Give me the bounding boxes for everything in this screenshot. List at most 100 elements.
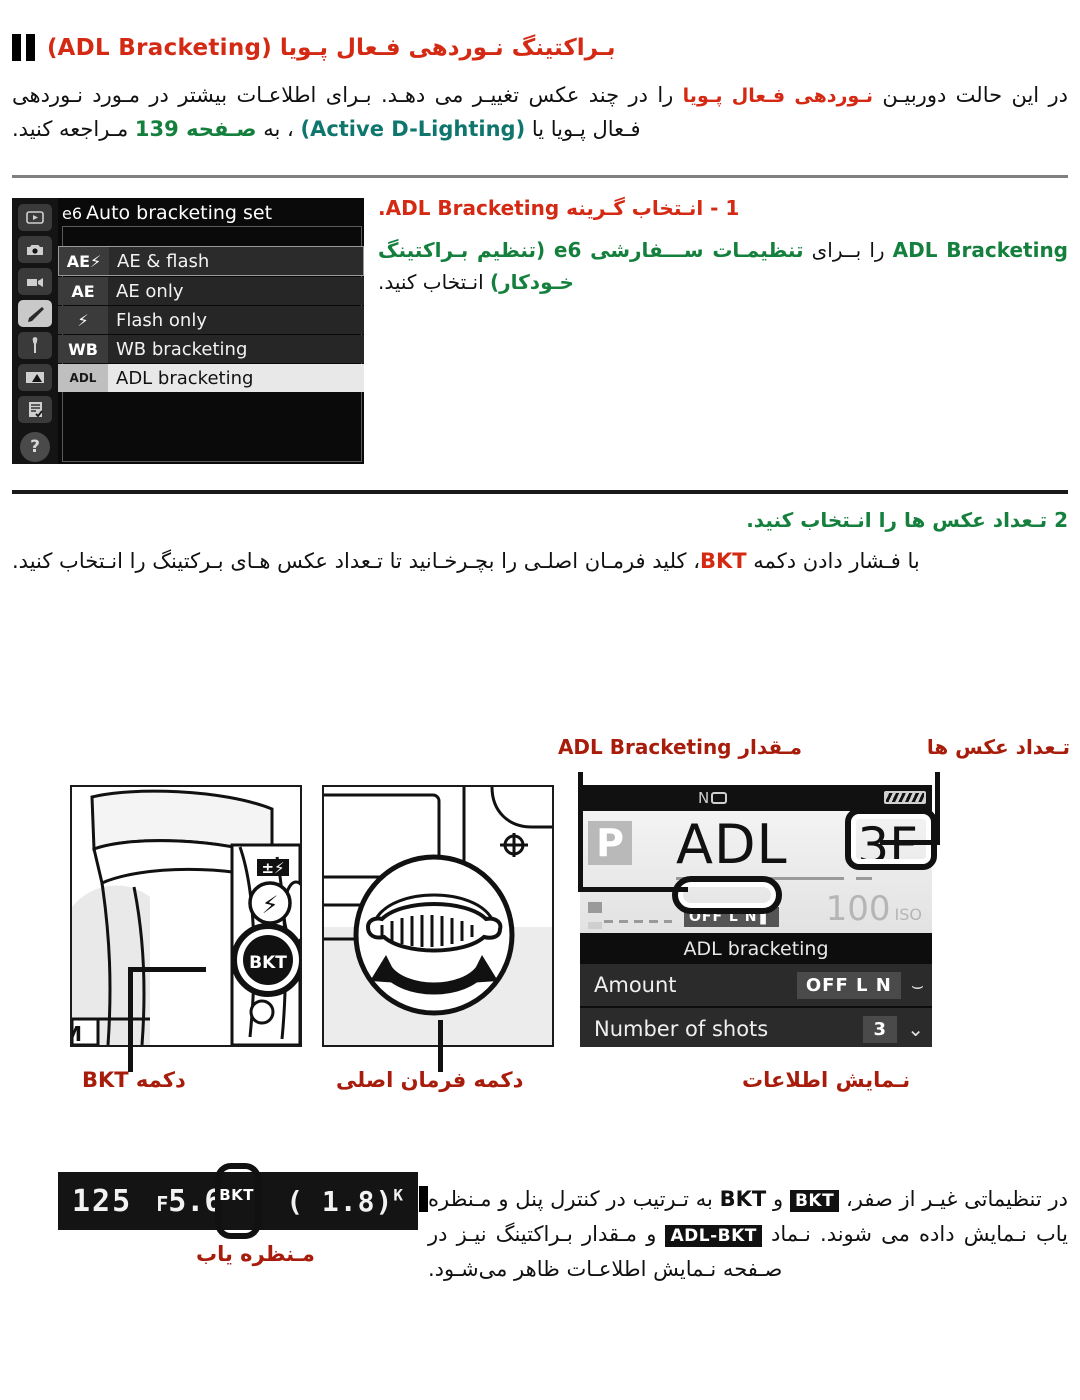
recent-settings-icon[interactable] (18, 396, 52, 423)
custom-settings-pencil-icon[interactable] (18, 300, 52, 327)
aperture-underline (856, 877, 872, 880)
caption-main-command-dial: دکمه فرمان اصلی (336, 1068, 524, 1092)
note-text-a: در تنظیماتی غیـر از صفر، (839, 1187, 1068, 1211)
camera-menu-screenshot: ? e6 Auto bracketing set AE⚡ AE & flash … (12, 198, 364, 464)
setup-wrench-icon[interactable] (18, 332, 52, 359)
divider-top (12, 175, 1068, 178)
caption-bkt-button: دکمه BKT (82, 1068, 186, 1092)
step-1-block: 1 - انـتخاب گـرینه ADL Bracketing. ADL B… (378, 196, 1068, 298)
note-bold-bkt: BKT (719, 1187, 767, 1211)
step-1-text-c: انـتخاب کنید. (378, 270, 491, 294)
viewfinder-aperture: F5.6 (156, 1184, 222, 1219)
caption-viewfinder: مـنظره یاب (196, 1242, 315, 1266)
adl-text: ADL (676, 813, 788, 876)
callout-line-amount-vertical (578, 772, 583, 892)
step-1-title: 1 - انـتخاب گـرینه ADL Bracketing. (378, 196, 740, 220)
intro-page-reference[interactable]: صـفحه 139 (135, 117, 257, 141)
intro-text-a: در این حالت دوربیـن (873, 83, 1068, 107)
exposure-scale (604, 920, 672, 923)
step-2-bkt-keyword: BKT (700, 549, 747, 573)
camera-illustration-bkt-button: ⚡± ⚡ BKT M (70, 785, 302, 1047)
section-heading: بـراکتینگ نـوردهی فـعال پـویا (ADL Brack… (12, 34, 1068, 61)
aperture-prefix: F (156, 1191, 169, 1216)
menu-option-list: AE⚡ AE & flash AE AE only ⚡ Flash only W… (58, 246, 364, 393)
intro-text-d: مـراجعه کنید. (12, 117, 135, 142)
ae-flash-icon: AE⚡ (59, 247, 109, 275)
caption-information-display: نـمایش اطلاعات (742, 1068, 911, 1092)
manual-page: بـراکتینگ نـوردهی فـعال پـویا (ADL Brack… (0, 0, 1080, 1400)
menu-header: e6 Auto bracketing set (62, 202, 358, 224)
menu-content: e6 Auto bracketing set AE⚡ AE & flash AE… (58, 198, 364, 464)
retouch-menu-icon[interactable] (18, 364, 52, 391)
info-section-caption: ADL bracketing (580, 933, 932, 964)
intro-term-active-d-lighting: (Active D-Lighting) (300, 117, 526, 142)
bottom-note: در تنظیماتی غیـر از صفر، BKT و BKT به تـ… (428, 1182, 1068, 1287)
figure-label-number-of-shots: تـعداد عکس ها (926, 735, 1070, 759)
info-row-value: 3 (863, 1015, 898, 1043)
flash-icon: ⚡ (58, 306, 108, 334)
note-bar-icon (419, 1186, 428, 1212)
callout-line-shots-horizontal (880, 840, 940, 845)
callout-line-dial-vertical (438, 1020, 443, 1072)
info-row-value: OFF L N (796, 971, 901, 999)
help-question-icon[interactable]: ? (20, 432, 50, 462)
info-row-label: Amount (594, 973, 677, 997)
frames-count: 1.8 (321, 1184, 376, 1218)
menu-sidebar: ? (12, 198, 58, 464)
menu-row-ae-flash[interactable]: AE⚡ AE & flash (58, 246, 364, 276)
svg-text:M: M (72, 1022, 82, 1045)
note-text-b: و (766, 1187, 790, 1211)
bracket-shots-icon: ⌄ (907, 1017, 924, 1041)
note-chip-bkt-panel: BKT (789, 1190, 840, 1212)
playback-icon[interactable] (18, 204, 52, 231)
info-row-number-of-shots[interactable]: Number of shots 3 ⌄ (580, 1008, 932, 1047)
top-badge-label: N (698, 789, 710, 807)
step-2-title: 2 تـعداد عکس ها را انـتخاب کنید. (746, 508, 1068, 532)
step-2-text-b: ، کلید فرمـان اصلـی را بچـرخـانید تا تـع… (12, 549, 701, 573)
step-1-option-name: ADL Bracketing (892, 238, 1068, 262)
menu-header-title: Auto bracketing set (86, 202, 273, 224)
svg-text:⚡±: ⚡± (261, 859, 284, 877)
meter-icon (588, 902, 602, 913)
step-2-block: 2 تـعداد عکس ها را انـتخاب کنید. با فـشا… (12, 508, 1068, 578)
highlight-ring-adl-amount (672, 876, 782, 914)
adl-icon: ADL (58, 364, 108, 392)
bracket-amount-icon: ⌣ (910, 973, 924, 997)
movie-menu-icon[interactable] (18, 268, 52, 295)
menu-row-label: AE & flash (117, 250, 210, 272)
menu-row-adl-bracketing[interactable]: ADL ADL bracketing (58, 364, 364, 392)
step-1-body: ADL Bracketing را بــرای تنظیمـات ســـفا… (378, 234, 1068, 298)
exposure-mode-badge: P (588, 821, 632, 865)
step-1-text-b: را بــرای (803, 238, 893, 262)
iso-label: ISO (894, 905, 922, 924)
iso-readout: ISO 100 (826, 889, 922, 929)
figure-label-adl-amount: مـقدار ADL Bracketing (557, 735, 802, 759)
shooting-menu-camera-icon[interactable] (18, 236, 52, 263)
viewfinder-shutter-speed: 125 (72, 1183, 133, 1219)
info-row-amount[interactable]: Amount OFF L N ⌣ (580, 964, 932, 1006)
note-chip-adl-bkt: ADL-BKT (665, 1224, 762, 1247)
frames-close-paren: ) (375, 1184, 394, 1218)
intro-highlight-adl: نـوردهی فـعال پـویا (682, 85, 873, 107)
svg-text:⚡: ⚡ (262, 891, 279, 919)
step-2-body: با فـشار دادن دکمه BKT، کلید فرمـان اصلـ… (12, 544, 1068, 578)
viewfinder-bkt-indicator: BKT (219, 1186, 254, 1204)
callout-line-bkt-vertical (128, 967, 133, 1072)
intro-text-c: ، به (256, 117, 301, 142)
wb-icon: WB (58, 335, 108, 363)
menu-row-ae-only[interactable]: AE AE only (58, 277, 364, 305)
page-title: بـراکتینگ نـوردهی فـعال پـویا (ADL Brack… (47, 34, 616, 61)
camera-illustration-main-command-dial (322, 785, 554, 1047)
menu-row-label: Flash only (116, 309, 207, 331)
menu-row-flash-only[interactable]: ⚡ Flash only (58, 306, 364, 334)
menu-row-wb-bracketing[interactable]: WB WB bracketing (58, 335, 364, 363)
double-bar-bullet-icon (12, 34, 35, 61)
menu-header-code: e6 (62, 204, 83, 223)
menu-row-label: WB bracketing (116, 338, 248, 360)
menu-row-label: AE only (116, 280, 184, 302)
callout-line-bkt-horizontal (128, 967, 206, 972)
callout-line-shots-vertical (935, 772, 940, 844)
frame-advance-icon: N (698, 789, 728, 807)
svg-text:BKT: BKT (249, 953, 287, 973)
intro-paragraph: در این حالت دوربیـن نـوردهی فـعال پـویا … (12, 78, 1068, 146)
